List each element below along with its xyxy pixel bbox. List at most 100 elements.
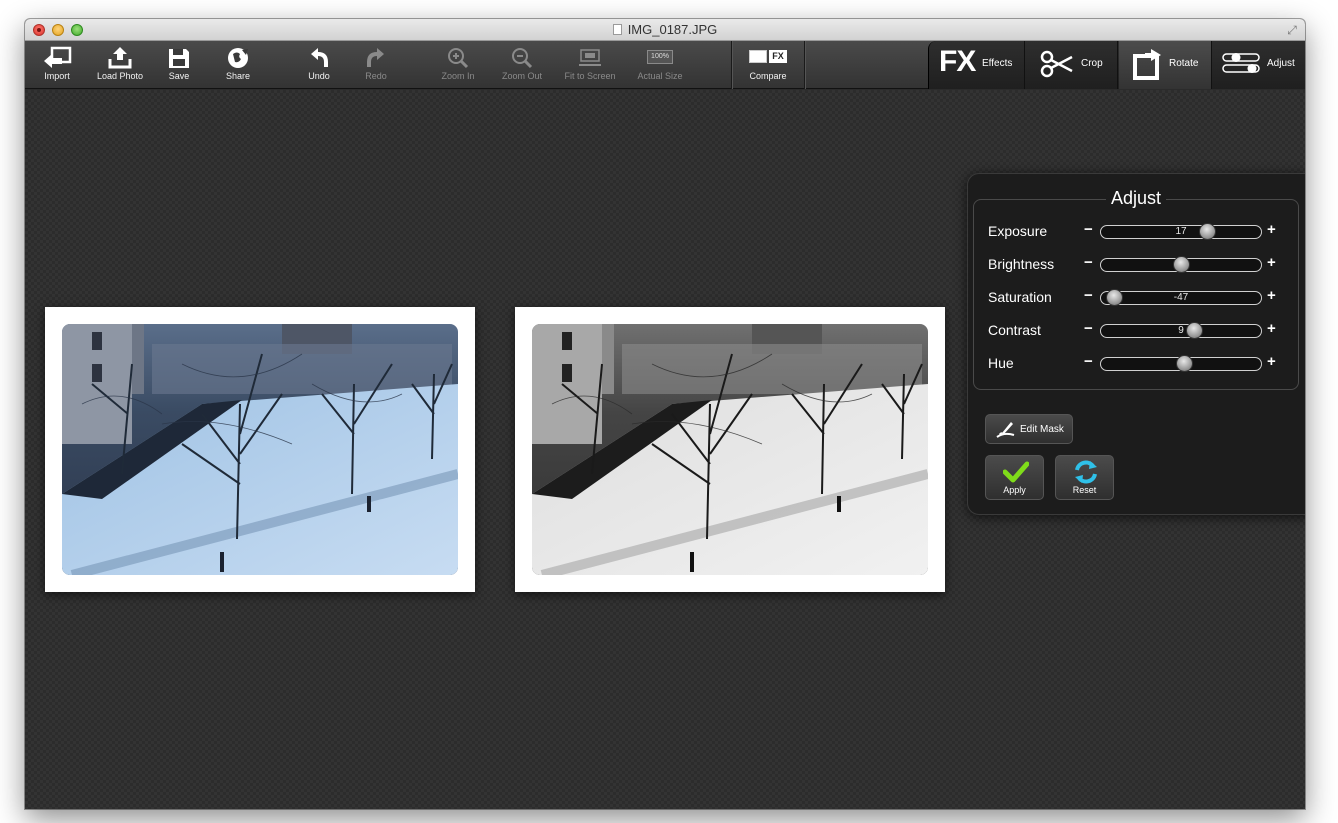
zoom-out-icon [492, 45, 552, 71]
import-icon [27, 45, 87, 71]
contrast-slider[interactable]: 9 [1100, 322, 1262, 339]
edited-photo[interactable] [532, 324, 928, 575]
adjust-label: Adjust [1267, 58, 1295, 69]
hue-slider[interactable]: 4 [1100, 355, 1262, 372]
hue-label: Hue [988, 355, 1014, 371]
fit-to-screen-label: Fit to Screen [564, 71, 616, 81]
brightness-slider-knob[interactable] [1173, 256, 1190, 273]
load-photo-label: Load Photo [96, 71, 144, 81]
zoom-in-label: Zoom In [441, 71, 475, 81]
original-photo[interactable] [62, 324, 458, 575]
hue-increase-button[interactable]: + [1267, 353, 1276, 370]
app-window: IMG_0187.JPG ⤢ Import Load Photo Save Sh… [25, 19, 1305, 809]
fx-logo-icon: FX [939, 45, 976, 78]
hue-decrease-button[interactable]: − [1084, 353, 1093, 370]
fullscreen-icon[interactable]: ⤢ [1285, 23, 1299, 37]
hue-slider-row: Hue − 4 + [988, 353, 1288, 374]
checkmark-icon [1002, 461, 1030, 488]
apply-label: Apply [1003, 485, 1026, 495]
contrast-label: Contrast [988, 322, 1041, 338]
import-label: Import [44, 71, 70, 81]
rotate-icon [1131, 47, 1165, 86]
share-button[interactable]: Share [208, 45, 268, 87]
exposure-value: 17 [1175, 226, 1187, 237]
undo-button[interactable]: Undo [289, 45, 349, 87]
exposure-slider[interactable]: 17 [1100, 223, 1262, 240]
fit-to-screen-button[interactable]: Fit to Screen [560, 45, 620, 87]
reset-button[interactable]: Reset [1055, 455, 1114, 500]
adjust-title: Adjust [974, 188, 1298, 209]
toolbar: Import Load Photo Save Share Undo Redo Z… [25, 41, 1305, 89]
save-button[interactable]: Save [149, 45, 209, 87]
brightness-label: Brightness [988, 256, 1055, 272]
zoom-out-label: Zoom Out [501, 71, 542, 81]
saturation-slider[interactable]: -47 [1100, 289, 1262, 306]
redo-button[interactable]: Redo [346, 45, 406, 87]
actual-size-icon: 100% [630, 45, 690, 71]
upload-icon [90, 45, 150, 71]
actual-size-label: Actual Size [637, 71, 683, 81]
window-title-text: IMG_0187.JPG [627, 22, 718, 37]
brightness-slider[interactable]: -1 [1100, 256, 1262, 273]
share-label: Share [225, 71, 251, 81]
saturation-decrease-button[interactable]: − [1084, 287, 1093, 304]
exposure-label: Exposure [988, 223, 1048, 239]
load-photo-button[interactable]: Load Photo [90, 45, 150, 87]
compare-icon: FX [738, 45, 798, 71]
mode-switcher: FX Effects Crop Rotate Adjust [928, 41, 1305, 89]
brightness-increase-button[interactable]: + [1267, 254, 1276, 271]
edited-photo-frame [515, 307, 945, 592]
adjust-panel: Adjust Exposure − 17 + Brightness − -1 [967, 173, 1305, 515]
edit-mask-button[interactable]: Edit Mask [985, 414, 1073, 444]
exposure-increase-button[interactable]: + [1267, 221, 1276, 238]
adjust-title-text: Adjust [1105, 188, 1167, 208]
compare-icon-text: FX [769, 50, 787, 63]
save-label: Save [168, 71, 190, 81]
crop-mode-button[interactable]: Crop [1026, 41, 1118, 89]
adjust-mode-button[interactable]: Adjust [1213, 41, 1305, 89]
brush-icon [994, 420, 1016, 445]
contrast-increase-button[interactable]: + [1267, 320, 1276, 337]
zoom-in-icon [428, 45, 488, 71]
zoom-in-button[interactable]: Zoom In [428, 45, 488, 87]
contrast-decrease-button[interactable]: − [1084, 320, 1093, 337]
undo-label: Undo [308, 71, 330, 81]
undo-arrow-icon [289, 45, 349, 71]
compare-button[interactable]: FX Compare [738, 45, 798, 87]
contrast-value: 9 [1178, 325, 1184, 336]
compare-label: Compare [749, 71, 787, 81]
title-bar: IMG_0187.JPG ⤢ [25, 19, 1305, 41]
saturation-slider-knob[interactable] [1105, 289, 1123, 306]
actual-size-button[interactable]: 100% Actual Size [630, 45, 690, 87]
toolbar-divider [804, 41, 805, 89]
saturation-label: Saturation [988, 289, 1052, 305]
import-button[interactable]: Import [27, 45, 87, 87]
document-icon [612, 24, 622, 35]
brightness-slider-row: Brightness − -1 + [988, 254, 1288, 275]
exposure-slider-knob[interactable] [1198, 223, 1216, 240]
reset-label: Reset [1072, 485, 1097, 495]
scissors-icon [1040, 49, 1074, 84]
edit-mask-label: Edit Mask [1020, 424, 1064, 435]
original-photo-frame [45, 307, 475, 592]
toolbar-divider [731, 41, 732, 89]
saturation-slider-row: Saturation − -47 + [988, 287, 1288, 308]
photo-canvas: Adjust Exposure − 17 + Brightness − -1 [25, 90, 1305, 809]
share-globe-icon [208, 45, 268, 71]
contrast-slider-row: Contrast − 9 + [988, 320, 1288, 341]
zoom-out-button[interactable]: Zoom Out [492, 45, 552, 87]
exposure-slider-row: Exposure − 17 + [988, 221, 1288, 242]
effects-mode-button[interactable]: FX Effects [929, 41, 1025, 89]
apply-button[interactable]: Apply [985, 455, 1044, 500]
saturation-increase-button[interactable]: + [1267, 287, 1276, 304]
saturation-value: -47 [1173, 292, 1189, 303]
redo-label: Redo [365, 71, 387, 81]
window-title: IMG_0187.JPG [25, 22, 1305, 37]
actual-size-icon-text: 100% [647, 50, 673, 64]
contrast-slider-knob[interactable] [1185, 322, 1203, 339]
brightness-decrease-button[interactable]: − [1084, 254, 1093, 271]
rotate-mode-button[interactable]: Rotate [1119, 41, 1212, 89]
sliders-icon [1222, 52, 1264, 81]
exposure-decrease-button[interactable]: − [1084, 221, 1093, 238]
rotate-label: Rotate [1169, 58, 1199, 69]
